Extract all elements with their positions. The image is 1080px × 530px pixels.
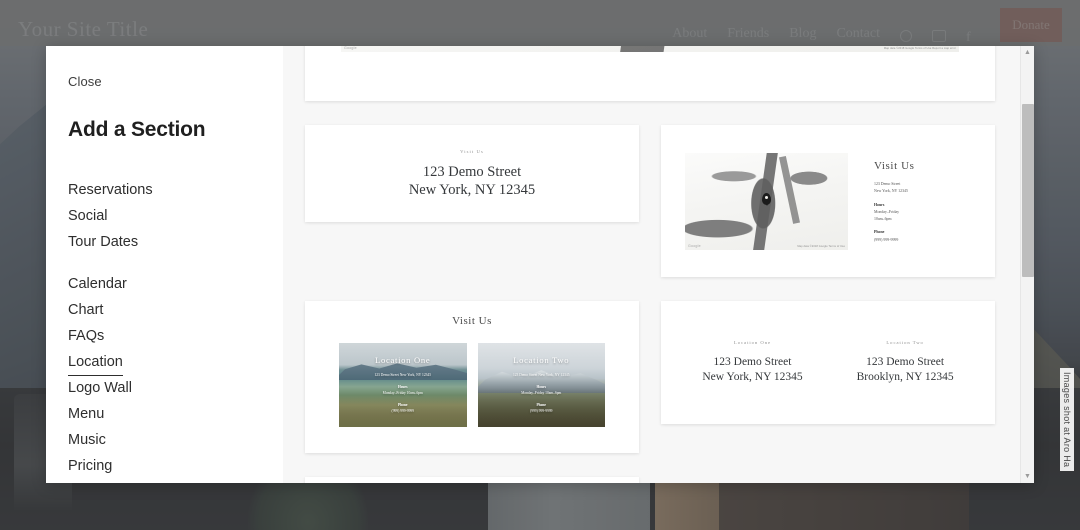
map-attribution: Map data ©2018 Google Terms of Use — [797, 244, 845, 248]
hours-label: Hours — [874, 202, 885, 207]
sidebar-item-reservations[interactable]: Reservations — [68, 178, 153, 204]
sidebar-item-faqs[interactable]: FAQs — [68, 324, 104, 350]
address-line-2: New York, NY 12345 — [408, 181, 536, 198]
location-overlay: Location One 123 Demo Street New York, N… — [374, 355, 431, 415]
location-eyebrow: Location Two — [886, 340, 924, 345]
location-phone: (999) 999-9999 — [391, 409, 414, 414]
sidebar-item-social[interactable]: Social — [68, 204, 108, 230]
visit-us-heading: Visit Us — [452, 315, 492, 327]
gallery-scroll-thumb[interactable] — [1021, 104, 1034, 277]
sidebar-item-logo-wall[interactable]: Logo Wall — [68, 376, 132, 402]
map-brand-label: Google — [688, 243, 701, 248]
phone-number: (999) 999-9999 — [874, 237, 899, 242]
visit-us-eyebrow: Visit Us — [460, 148, 484, 154]
template-gallery: Google Map data ©2018 Google Terms of Us… — [283, 46, 1034, 483]
address-column-two: Location Two 123 Demo Street Brooklyn, N… — [857, 340, 954, 385]
section-category-list: Reservations Social Tour Dates Calendar … — [68, 178, 283, 480]
address-line-1: 123 Demo Street — [866, 356, 945, 368]
image-credit-label: Images shot at Aro Ha — [1060, 368, 1074, 472]
sidebar-item-tour-dates[interactable]: Tour Dates — [68, 230, 138, 256]
map-pin-icon — [761, 193, 771, 207]
location-address: 123 Demo Street New York, NY 12345 — [374, 373, 432, 378]
template-card-map-details[interactable]: Google Map data ©2018 Google Terms of Us… — [661, 125, 995, 277]
section-group-1: Reservations Social Tour Dates — [68, 178, 283, 256]
location-eyebrow: Location One — [733, 340, 772, 345]
template-card-two-image-locations[interactable]: Visit Us Location One 123 Demo Street Ne… — [305, 301, 639, 453]
page-title: Add a Section — [68, 118, 206, 141]
location-hours: Monday–Friday 10am–6pm — [521, 391, 562, 396]
address-line-2: New York, NY 12345 — [874, 189, 908, 194]
section-group-2: Calendar Chart FAQs Location Logo Wall M… — [68, 272, 283, 480]
location-phone: (999) 999-9999 — [530, 409, 553, 414]
location-photo-two: Location Two 123 Demo Street New York, N… — [477, 343, 605, 427]
sidebar-item-location[interactable]: Location — [68, 350, 123, 376]
address-line-1: 123 Demo Street — [713, 356, 792, 368]
sidebar-item-calendar[interactable]: Calendar — [68, 272, 127, 298]
sidebar-item-music[interactable]: Music — [68, 428, 106, 454]
location-details: Visit Us 123 Demo Street New York, NY 12… — [874, 158, 971, 243]
phone-label: Phone — [536, 402, 547, 407]
gallery-scrollbar[interactable]: ▲ ▼ — [1020, 46, 1034, 483]
map-brand-label: Google — [344, 46, 357, 50]
template-card-two-addresses[interactable]: Location One 123 Demo Street New York, N… — [661, 301, 995, 424]
scroll-up-icon[interactable]: ▲ — [1021, 46, 1035, 59]
address-column-one: Location One 123 Demo Street New York, N… — [702, 340, 802, 385]
visit-us-heading: Visit Us — [874, 160, 915, 173]
hours-time: 10am–6pm — [874, 217, 892, 222]
location-hours: Monday–Friday 10am–6pm — [382, 391, 423, 396]
location-overlay: Location Two 123 Demo Street New York, N… — [513, 355, 570, 415]
address-line-2: New York, NY 12345 — [702, 371, 803, 383]
add-section-modal: Close Add a Section Reservations Social … — [46, 46, 1034, 483]
address-line-1: 123 Demo Street — [422, 163, 522, 180]
hours-days: Monday–Friday — [874, 209, 900, 214]
gallery-scroll-track[interactable] — [1021, 59, 1035, 470]
scroll-down-icon[interactable]: ▼ — [1021, 470, 1035, 483]
address-line-1: 123 Demo Street — [874, 182, 901, 187]
modal-sidebar: Close Add a Section Reservations Social … — [46, 46, 325, 483]
hours-label: Hours — [397, 384, 408, 389]
sidebar-item-pricing[interactable]: Pricing — [68, 454, 112, 480]
location-name: Location Two — [513, 355, 570, 366]
sidebar-group-divider — [68, 256, 283, 272]
map-preview: Google Map data ©2018 Google Terms of Us… — [341, 46, 959, 52]
close-button[interactable]: Close — [68, 72, 102, 91]
sidebar-item-menu[interactable]: Menu — [68, 402, 104, 428]
location-photo-one: Location One 123 Demo Street New York, N… — [339, 343, 467, 427]
template-card-two-maps[interactable]: Visit Us Google — [305, 477, 639, 483]
phone-label: Phone — [397, 402, 408, 407]
phone-label: Phone — [874, 230, 885, 235]
template-card-wide-map[interactable]: Google Map data ©2018 Google Terms of Us… — [305, 46, 995, 101]
template-grid: Google Map data ©2018 Google Terms of Us… — [283, 46, 1017, 483]
location-address: 123 Demo Street New York, NY 12345 — [512, 373, 570, 378]
map-attribution: Map data ©2018 Google Terms of Use Repor… — [883, 47, 956, 50]
template-card-address[interactable]: Visit Us 123 Demo Street New York, NY 12… — [305, 125, 639, 222]
address-line-2: Brooklyn, NY 12345 — [856, 371, 954, 383]
location-name: Location One — [375, 355, 431, 366]
map-preview: Google Map data ©2018 Google Terms of Us… — [685, 152, 848, 250]
hours-label: Hours — [536, 384, 547, 389]
sidebar-item-chart[interactable]: Chart — [68, 298, 103, 324]
location-photo-row: Location One 123 Demo Street New York, N… — [339, 343, 605, 427]
